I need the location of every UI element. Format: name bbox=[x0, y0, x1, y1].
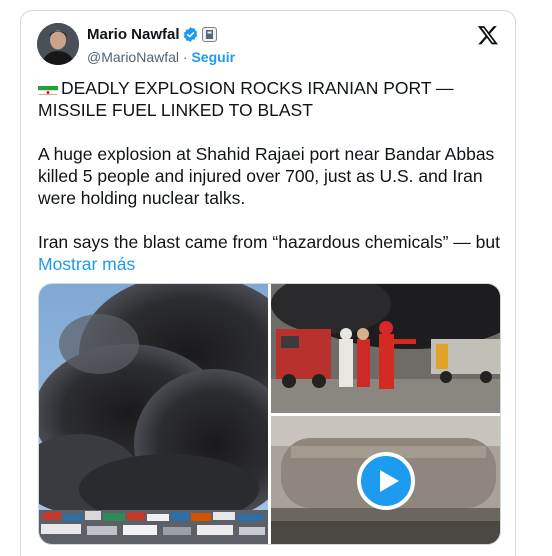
x-logo-icon[interactable] bbox=[477, 24, 499, 46]
iran-flag-icon bbox=[38, 82, 58, 95]
explosion-smoke-photo[interactable] bbox=[39, 284, 268, 544]
separator-dot: · bbox=[182, 49, 188, 65]
follow-button[interactable]: Seguir bbox=[191, 49, 235, 65]
author-name[interactable]: Mario Nawfal bbox=[87, 26, 180, 43]
handle-line: @MarioNawfal · Seguir bbox=[87, 49, 235, 65]
tweet-paragraph-2: Iran says the blast came from “hazardous… bbox=[38, 231, 508, 275]
author-handle[interactable]: @MarioNawfal bbox=[87, 49, 179, 65]
play-icon bbox=[380, 470, 399, 492]
tweet-card[interactable]: Mario Nawfal @MarioNawfal · Seguir DEADL… bbox=[20, 10, 516, 556]
paragraph-2-text: Iran says the blast came from “hazardous… bbox=[38, 232, 500, 252]
avatar[interactable] bbox=[37, 23, 79, 65]
firefighters-photo[interactable] bbox=[271, 284, 500, 413]
tweet-paragraph-1: A huge explosion at Shahid Rajaei port n… bbox=[38, 144, 495, 208]
headline-text: DEADLY EXPLOSION ROCKS IRANIAN PORT — MI… bbox=[38, 78, 454, 120]
tanker-truck-video[interactable] bbox=[271, 416, 500, 544]
show-more-link[interactable]: Mostrar más bbox=[38, 254, 135, 274]
media-grid bbox=[38, 283, 501, 545]
verified-badge-icon bbox=[183, 27, 198, 42]
tweet-headline: DEADLY EXPLOSION ROCKS IRANIAN PORT — MI… bbox=[38, 77, 508, 121]
affiliate-badge-icon bbox=[202, 27, 217, 42]
play-button[interactable] bbox=[357, 452, 415, 510]
